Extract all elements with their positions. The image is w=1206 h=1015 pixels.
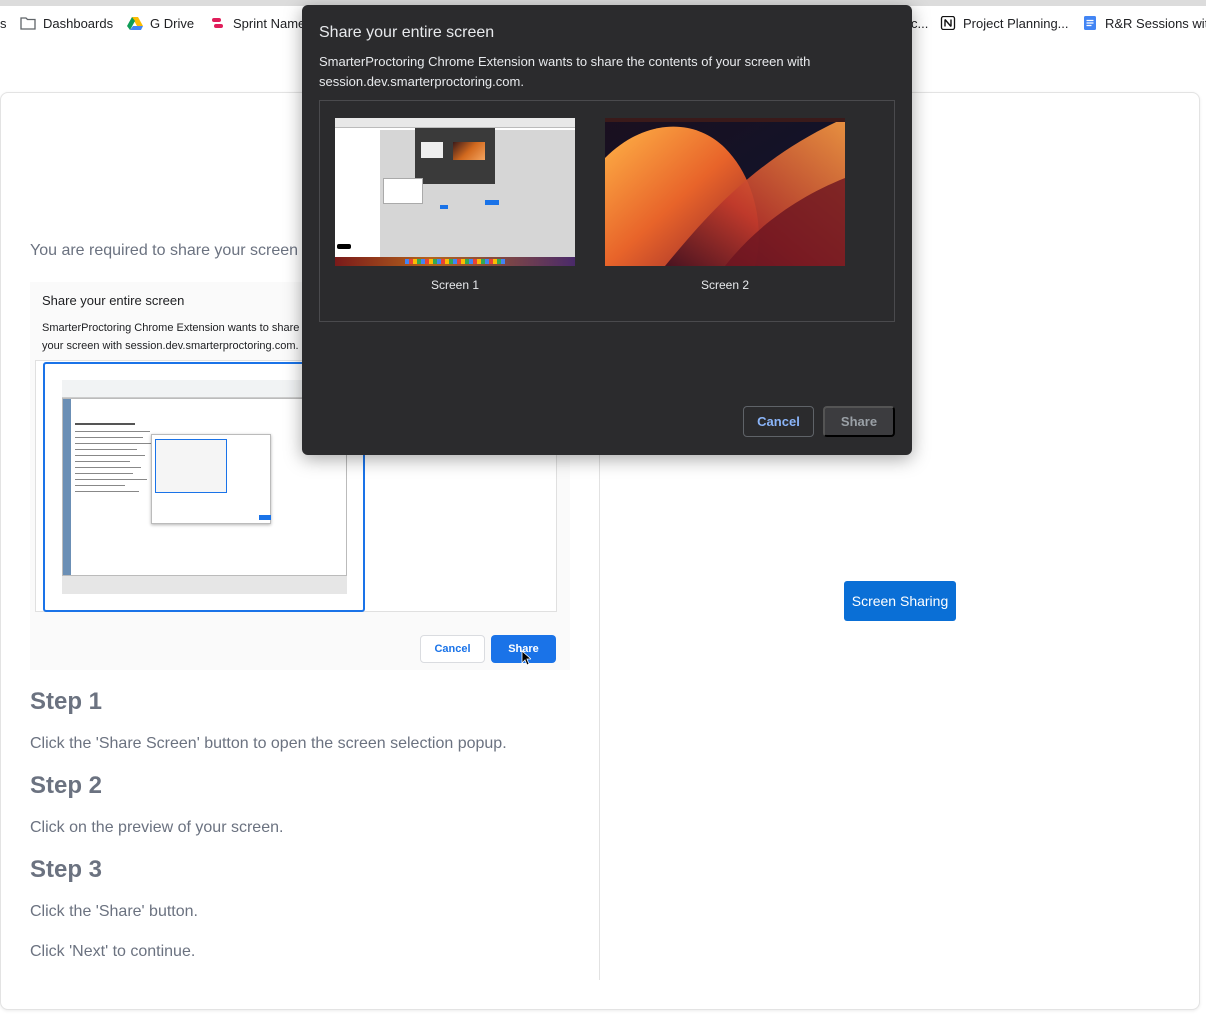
folder-icon — [20, 16, 36, 30]
bookmark-g-drive[interactable]: G Drive — [127, 14, 194, 32]
dialog-description: SmarterProctoring Chrome Extension wants… — [319, 54, 811, 89]
screen-1-label: Screen 1 — [430, 278, 480, 292]
share-screen-dialog: Share your entire screen SmarterProctori… — [302, 5, 912, 455]
step-3-text: Click the 'Share' button. — [30, 903, 198, 920]
bookmark-label: R&R Sessions wit... — [1105, 15, 1206, 31]
mouse-cursor-icon — [521, 650, 533, 666]
bookmark-label: Sprint Name — [233, 15, 306, 31]
required-text: You are required to share your screen — [30, 242, 299, 259]
step-2-heading: Step 2 — [30, 772, 103, 799]
bookmark-label: Project Planning... — [963, 15, 1069, 31]
bookmark-truncated-left[interactable]: s — [0, 14, 7, 32]
bookmark-label: c... — [911, 15, 929, 31]
bookmark-sprint-name[interactable]: Sprint Name — [210, 14, 305, 32]
instruction-cancel-button: Cancel — [420, 635, 485, 663]
sprint-icon — [210, 16, 226, 30]
google-docs-icon — [1082, 16, 1098, 30]
screen-2-label: Screen 2 — [700, 278, 750, 292]
notion-icon — [940, 15, 956, 31]
bookmark-project-planning[interactable]: Project Planning... — [940, 14, 1069, 32]
step-1-text: Click the 'Share Screen' button to open … — [30, 735, 507, 752]
step-3-heading: Step 3 — [30, 856, 103, 883]
screen-sharing-button[interactable]: Screen Sharing — [844, 581, 956, 621]
screen-2-thumbnail[interactable] — [605, 118, 845, 266]
screen-options-panel: Screen 1 Screen 2 — [319, 100, 895, 322]
step-2-text: Click on the preview of your screen. — [30, 819, 284, 836]
bookmark-dashboards[interactable]: Dashboards — [20, 14, 113, 32]
wallpaper-image — [605, 118, 845, 266]
bookmark-rr-sessions[interactable]: R&R Sessions wit... — [1082, 14, 1206, 32]
step-1-heading: Step 1 — [30, 688, 103, 715]
google-drive-icon — [127, 16, 143, 30]
screen-1-thumbnail[interactable] — [335, 118, 575, 266]
next-instruction-text: Click 'Next' to continue. — [30, 943, 196, 960]
bookmark-label: Dashboards — [43, 15, 114, 31]
dialog-cancel-button[interactable]: Cancel — [743, 406, 814, 437]
bookmark-label: s — [0, 15, 7, 31]
dialog-share-button[interactable]: Share — [823, 406, 895, 437]
bookmark-label: G Drive — [150, 15, 195, 31]
instruction-dialog-title: Share your entire screen — [42, 293, 185, 308]
bookmark-truncated[interactable]: c... — [911, 14, 928, 32]
dialog-title: Share your entire screen — [319, 24, 495, 41]
